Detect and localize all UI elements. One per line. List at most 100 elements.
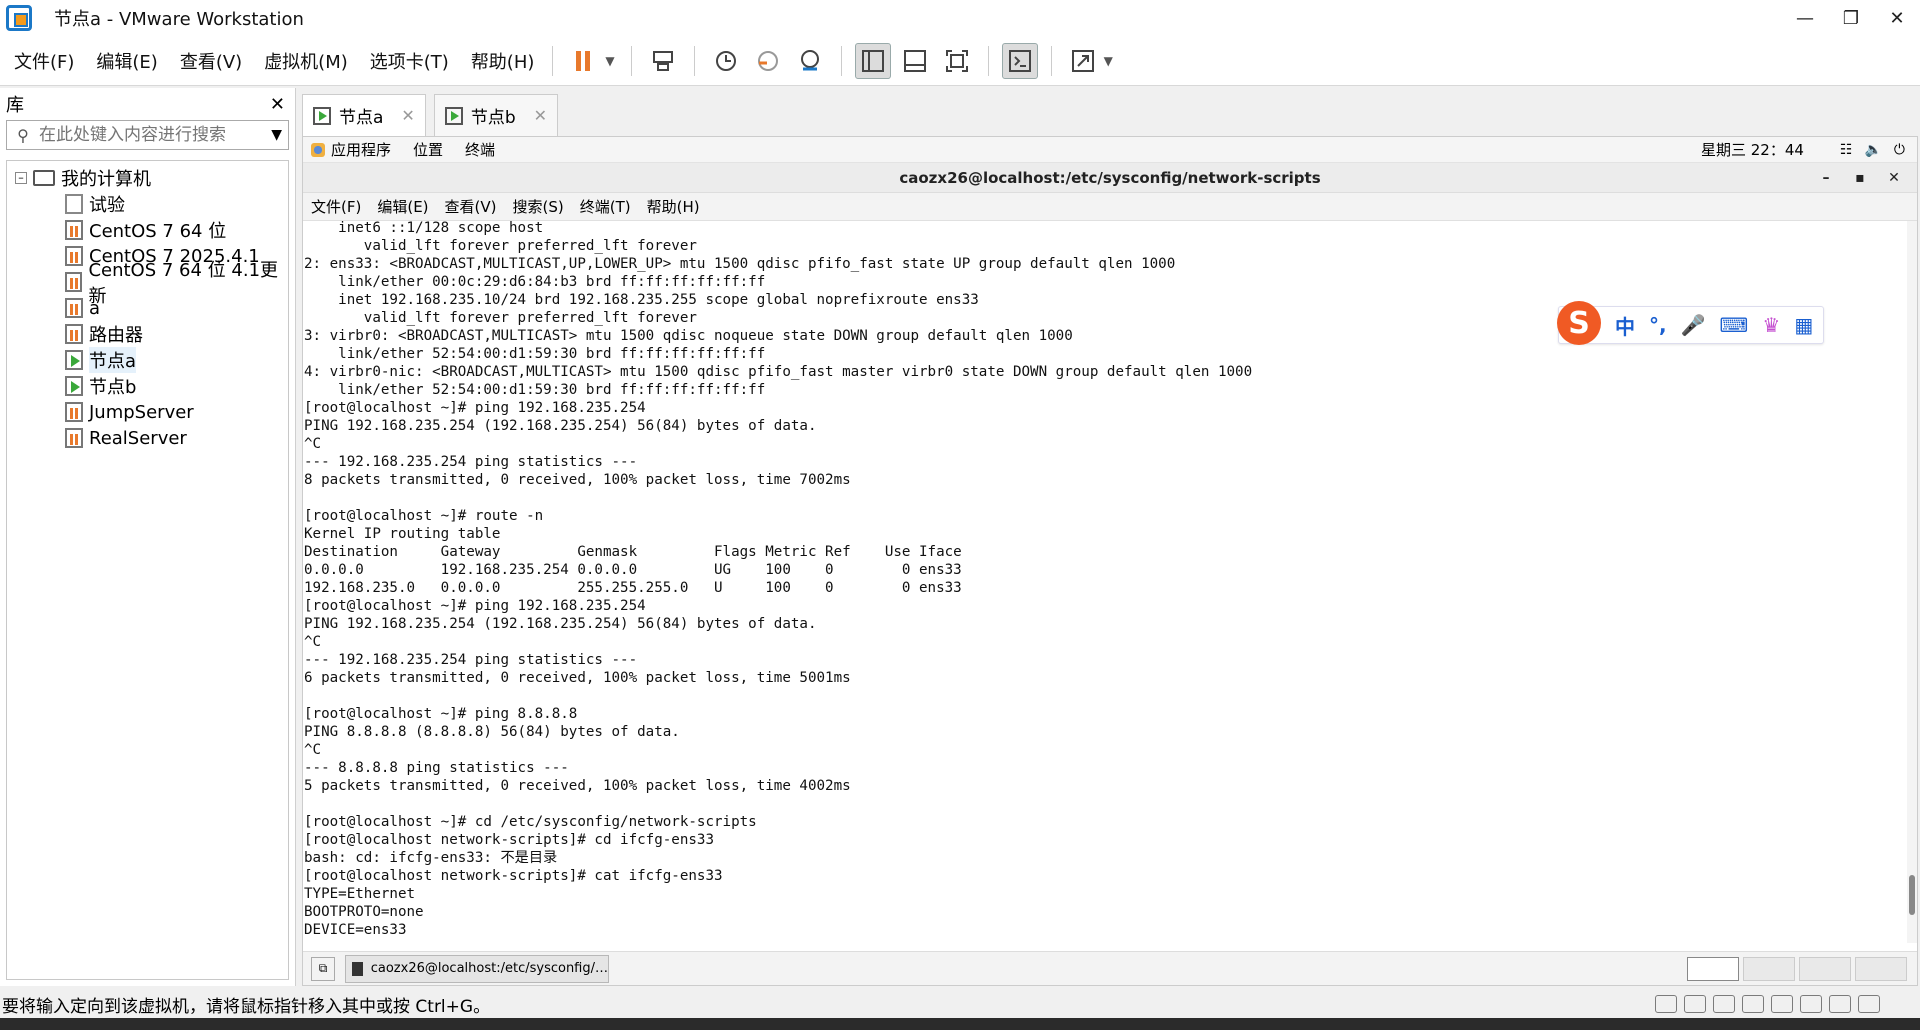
menu-help[interactable]: 帮助(H) [463, 48, 543, 74]
workspace-3[interactable] [1799, 956, 1851, 981]
workspace-4[interactable] [1855, 956, 1907, 981]
snapshot-icon[interactable] [708, 43, 744, 79]
usb-icon[interactable] [1742, 995, 1764, 1013]
fullscreen-icon[interactable] [939, 43, 975, 79]
toolbar-separator [693, 45, 695, 76]
ime-toolbar[interactable]: S 中 °, 🎤 ⌨ ♛ ▦ [1557, 301, 1824, 345]
cdrom-icon[interactable] [1684, 995, 1706, 1013]
menu-file[interactable]: 文件(F) [6, 48, 82, 74]
tab-label: 节点b [470, 108, 516, 128]
vm-tabs: 节点a ✕ 节点b ✕ [302, 94, 566, 136]
gnome-places-menu[interactable]: 位置 [413, 139, 443, 160]
terminal-menu-help[interactable]: 帮助(H) [647, 196, 700, 217]
menu-tabs[interactable]: 选项卡(T) [362, 48, 457, 74]
network-icon[interactable]: ☷ [1840, 142, 1853, 158]
toolbar-separator [630, 45, 632, 76]
keyboard-icon[interactable]: ⌨ [1720, 313, 1749, 337]
status-bar: 要将输入定向到该虚拟机，请将鼠标指针移入其中或按 Ctrl+G。 [0, 990, 1920, 1018]
terminal-menu-search[interactable]: 搜索(S) [513, 196, 564, 217]
display-icon[interactable] [1829, 995, 1851, 1013]
terminal-maximize-button[interactable]: ▪ [1843, 170, 1877, 186]
tree-item-label: 路由器 [89, 325, 143, 346]
vm-running-icon [313, 106, 331, 125]
terminal-minimize-button[interactable]: – [1809, 170, 1843, 186]
hard-disk-icon[interactable] [1655, 995, 1677, 1013]
terminal-icon [352, 961, 363, 976]
library-search-input[interactable] [39, 125, 259, 145]
stretch-icon[interactable] [1065, 43, 1101, 79]
vm-suspended-icon [65, 298, 83, 318]
terminal-menu-terminal[interactable]: 终端(T) [580, 196, 631, 217]
tab-node-a[interactable]: 节点a ✕ [302, 94, 426, 136]
message-log-icon[interactable] [1858, 995, 1880, 1013]
tree-item-vm[interactable]: CentOS 7 64 位 [7, 217, 288, 243]
show-desktop-icon[interactable]: ⧉ [311, 956, 335, 981]
tree-item-vm[interactable]: CentOS 7 64 位 4.1更新 [7, 260, 288, 307]
tree-item-label: 节点b [89, 377, 137, 398]
sogou-logo-icon[interactable]: S [1557, 301, 1601, 345]
workspace-2[interactable] [1743, 956, 1795, 981]
terminal-scrollbar[interactable] [1907, 221, 1917, 943]
sound-card-icon[interactable] [1771, 995, 1793, 1013]
pause-dropdown-icon[interactable]: ▼ [605, 54, 614, 68]
terminal-menu-edit[interactable]: 编辑(E) [377, 196, 428, 217]
gnome-top-bar: 应用程序 位置 终端 星期三 22：44 ☷ 🔈 ⏻ [303, 137, 1917, 163]
tree-item-vm[interactable]: 试验 [7, 191, 288, 217]
menu-edit[interactable]: 编辑(E) [88, 48, 165, 74]
gnome-bottom-bar: ⧉ caozx26@localhost:/etc/sysconfig/… [303, 951, 1917, 985]
vm-suspended-icon [65, 324, 83, 344]
workspace-switcher [1683, 956, 1907, 981]
stretch-dropdown-icon[interactable]: ▼ [1104, 54, 1113, 68]
vm-suspended-icon [65, 220, 83, 240]
power-icon[interactable]: ⏻ [1894, 142, 1905, 158]
tab-node-b[interactable]: 节点b ✕ [433, 94, 559, 136]
gnome-clock[interactable]: 星期三 22：44 [1701, 139, 1804, 160]
microphone-icon[interactable]: 🎤 [1681, 313, 1706, 337]
vm-console[interactable]: 应用程序 位置 终端 星期三 22：44 ☷ 🔈 ⏻ caozx26@local… [302, 136, 1918, 986]
pause-icon[interactable] [566, 43, 602, 79]
terminal-menu-view[interactable]: 查看(V) [445, 196, 497, 217]
workspace-1[interactable] [1687, 956, 1739, 981]
network-adapter-icon[interactable] [1713, 995, 1735, 1013]
scrollbar-thumb[interactable] [1909, 875, 1915, 915]
collapse-icon[interactable]: – [15, 172, 27, 184]
library-close-icon[interactable]: ✕ [270, 94, 285, 115]
tree-item-vm[interactable]: RealServer [7, 425, 288, 451]
ime-mode-label[interactable]: 中 [1615, 311, 1635, 340]
menu-view[interactable]: 查看(V) [172, 48, 250, 74]
tab-close-icon[interactable]: ✕ [534, 106, 547, 125]
tree-item-label: 试验 [89, 195, 125, 216]
toolbox-icon[interactable]: ▦ [1794, 313, 1813, 337]
show-thumbnail-icon[interactable] [897, 43, 933, 79]
tree-root-my-computer[interactable]: – 我的计算机 [7, 165, 288, 191]
toolbar-separator [840, 45, 842, 76]
search-dropdown-icon[interactable]: ▼ [271, 127, 282, 143]
title-bar: 节点a - VMware Workstation — ❐ ✕ [0, 0, 1920, 36]
maximize-button[interactable]: ❐ [1828, 0, 1874, 36]
show-library-icon[interactable] [854, 42, 891, 79]
tree-item-vm[interactable]: 节点b [7, 373, 288, 399]
vmware-logo-icon [6, 5, 32, 31]
terminal-menu-file[interactable]: 文件(F) [311, 196, 361, 217]
close-button[interactable]: ✕ [1874, 0, 1920, 36]
send-ctrl-alt-del-icon[interactable] [645, 43, 681, 79]
menu-vm[interactable]: 虚拟机(M) [256, 48, 356, 74]
library-panel: 库 ✕ ⚲ ▼ – 我的计算机 试验 CentOS 7 64 位 CentOS … [0, 88, 296, 986]
snapshot-manager-icon[interactable] [792, 43, 828, 79]
tree-item-vm[interactable]: 路由器 [7, 321, 288, 347]
ime-punctuation-label[interactable]: °, [1649, 313, 1667, 337]
gnome-applications-menu[interactable]: 应用程序 [331, 139, 391, 160]
console-view-icon[interactable] [1001, 42, 1038, 79]
tree-item-vm[interactable]: JumpServer [7, 399, 288, 425]
tab-close-icon[interactable]: ✕ [401, 106, 414, 125]
volume-icon[interactable]: 🔈 [1864, 142, 1881, 158]
tree-item-vm[interactable]: 节点a [7, 347, 288, 373]
tree-item-label: a [89, 297, 101, 319]
skin-icon[interactable]: ♛ [1762, 313, 1780, 337]
terminal-close-button[interactable]: ✕ [1877, 170, 1911, 186]
printer-icon[interactable] [1800, 995, 1822, 1013]
revert-snapshot-icon[interactable] [750, 43, 786, 79]
taskbar-terminal-item[interactable]: caozx26@localhost:/etc/sysconfig/… [345, 954, 609, 983]
minimize-button[interactable]: — [1782, 0, 1828, 36]
gnome-terminal-menu[interactable]: 终端 [465, 139, 495, 160]
